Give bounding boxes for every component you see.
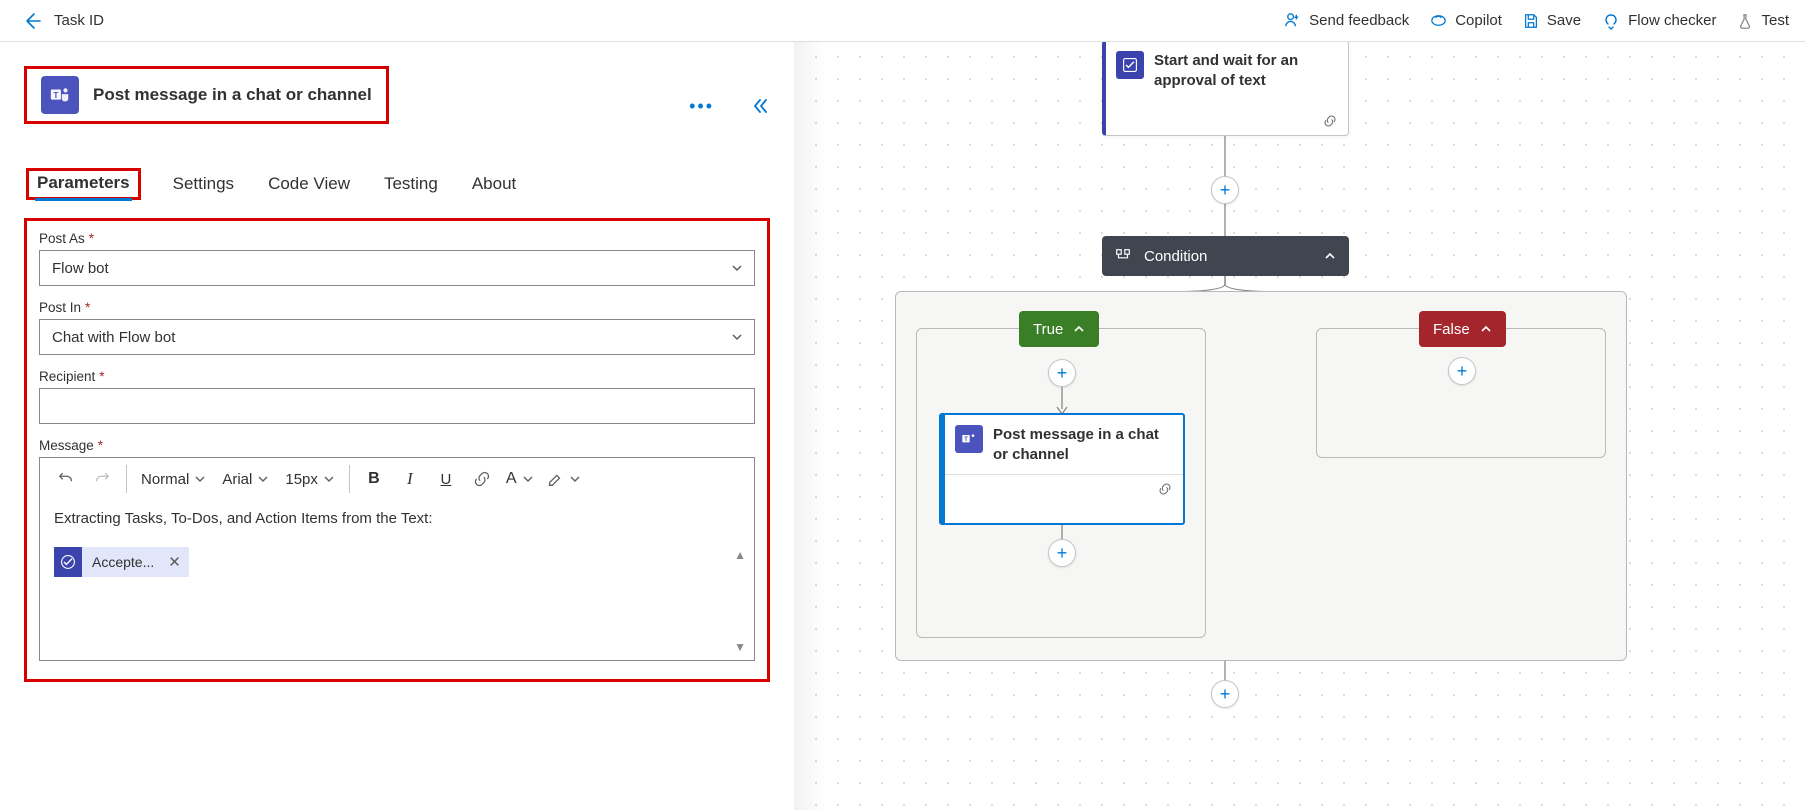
action-title: Post message in a chat or channel [93,85,372,105]
token-remove-icon[interactable]: ✕ [164,553,181,571]
message-text: Extracting Tasks, To-Dos, and Action Ite… [54,510,740,527]
parameters-section: Post As* Flow bot Post In* Chat with Flo… [24,218,770,682]
add-step-button[interactable]: + [1048,539,1076,567]
scroll-up-icon[interactable]: ▲ [734,548,746,562]
true-branch: True + T [916,328,1206,638]
approval-title: Start and wait for an approval of text [1154,51,1336,90]
save-button[interactable]: Save [1522,12,1581,30]
save-label: Save [1547,12,1581,29]
scroll-down-icon[interactable]: ▼ [734,640,746,654]
condition-node[interactable]: Condition [1102,236,1349,276]
chevron-down-icon [730,261,744,275]
tab-settings[interactable]: Settings [171,168,236,200]
flow-canvas[interactable]: Start and wait for an approval of text +… [795,42,1805,810]
postin-label: Post In* [39,300,755,315]
false-branch: False + [1316,328,1606,458]
true-label[interactable]: True [1019,311,1099,347]
action-config-panel: T Post message in a chat or channel ••• … [0,42,795,810]
link-button[interactable] [464,461,500,497]
recipient-label: Recipient* [39,369,755,384]
send-feedback-button[interactable]: Send feedback [1283,11,1409,30]
post-message-node[interactable]: T Post message in a chat or channel [939,413,1185,525]
more-options-button[interactable]: ••• [689,96,714,117]
save-icon [1522,12,1540,30]
post-card-title: Post message in a chat or channel [993,425,1173,464]
teams-icon: T [41,76,79,114]
add-step-button[interactable]: + [1211,680,1239,708]
underline-button[interactable]: U [428,461,464,497]
flow-checker-button[interactable]: Flow checker [1601,11,1716,31]
size-dropdown[interactable]: 15px [277,471,343,488]
add-step-button[interactable]: + [1211,176,1239,204]
token-label: Accepte... [92,554,154,570]
condition-label: Condition [1144,248,1311,265]
copilot-icon [1429,11,1448,30]
recipient-input[interactable] [39,388,755,424]
dynamic-token[interactable]: Accepte... ✕ [54,547,189,577]
feedback-label: Send feedback [1309,12,1409,29]
approval-icon [1116,51,1144,79]
svg-text:T: T [964,437,968,443]
copilot-button[interactable]: Copilot [1429,11,1502,30]
add-step-button[interactable]: + [1448,357,1476,385]
flowchecker-label: Flow checker [1628,12,1716,29]
style-dropdown[interactable]: Normal [133,471,214,488]
svg-text:T: T [53,91,58,100]
postin-select[interactable]: Chat with Flow bot [39,319,755,355]
action-header[interactable]: T Post message in a chat or channel [24,66,389,124]
highlight-dropdown[interactable] [540,470,587,488]
tab-about[interactable]: About [470,168,518,200]
feedback-icon [1283,11,1302,30]
postas-value: Flow bot [52,260,109,277]
test-label: Test [1761,12,1789,29]
font-dropdown[interactable]: Arial [214,471,277,488]
link-icon [1322,113,1338,129]
false-label[interactable]: False [1419,311,1506,347]
bold-button[interactable]: B [356,461,392,497]
tab-codeview[interactable]: Code View [266,168,352,200]
approval-node[interactable]: Start and wait for an approval of text [1102,42,1349,136]
condition-container: True + T [895,291,1627,661]
breadcrumb: Task ID [54,12,1283,29]
link-icon [945,475,1183,503]
flowchecker-icon [1601,11,1621,31]
postas-label: Post As* [39,231,755,246]
toolbar-actions: Send feedback Copilot Save Flow checker … [1283,11,1789,31]
condition-icon [1114,247,1132,265]
tabs-row: Parameters Settings Code View Testing Ab… [24,168,770,200]
italic-button[interactable]: I [392,461,428,497]
top-toolbar: Task ID Send feedback Copilot Save Flow … [0,0,1805,42]
copilot-label: Copilot [1455,12,1502,29]
collapse-panel-icon[interactable] [750,96,770,116]
chevron-up-icon [1073,323,1085,335]
rte-toolbar: Normal Arial 15px B I U [40,458,754,500]
flask-icon [1736,12,1754,30]
tab-testing[interactable]: Testing [382,168,440,200]
undo-button[interactable] [48,461,84,497]
message-editor[interactable]: Normal Arial 15px B I U [39,457,755,661]
back-arrow-icon[interactable] [22,11,42,31]
chevron-down-icon [730,330,744,344]
redo-button[interactable] [84,461,120,497]
postin-value: Chat with Flow bot [52,329,175,346]
font-color-dropdown[interactable]: A [500,470,540,488]
postas-select[interactable]: Flow bot [39,250,755,286]
chevron-up-icon[interactable] [1323,249,1337,263]
message-label: Message* [39,438,755,453]
rte-body[interactable]: ▲ Extracting Tasks, To-Dos, and Action I… [40,500,754,660]
chevron-up-icon [1480,323,1492,335]
test-button[interactable]: Test [1736,12,1789,30]
teams-icon: T [955,425,983,453]
tab-parameters[interactable]: Parameters [35,167,132,201]
token-icon [54,547,82,577]
add-step-button[interactable]: + [1048,359,1076,387]
